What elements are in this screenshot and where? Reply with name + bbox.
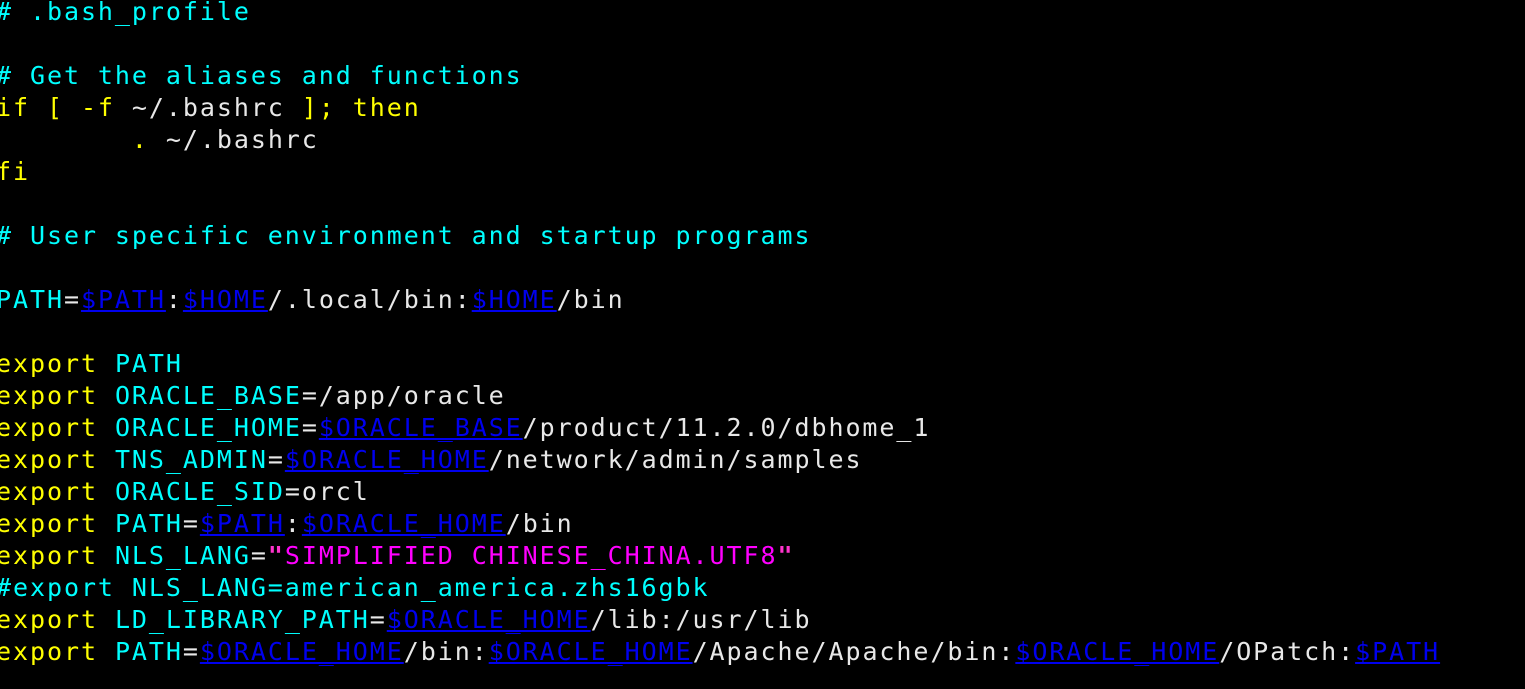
token-plain: = — [267, 445, 285, 474]
terminal-line: export PATH=$PATH:$ORACLE_HOME/bin — [0, 508, 1525, 540]
token-keyword: export — [0, 509, 98, 538]
token-plain: /network/admin/samples — [488, 445, 863, 474]
terminal-line: PATH=$PATH:$HOME/.local/bin:$HOME/bin — [0, 284, 1525, 316]
token-variable: $ORACLE_HOME — [1015, 637, 1220, 666]
token-plain: : — [284, 509, 302, 538]
token-identifier: PATH — [114, 637, 183, 666]
token-quote: " — [267, 541, 285, 570]
token-keyword: export — [0, 445, 98, 474]
token-variable: $PATH — [1355, 637, 1441, 666]
token-comment: # .bash_profile — [0, 0, 251, 26]
terminal-line: export PATH=$ORACLE_HOME/bin:$ORACLE_HOM… — [0, 636, 1525, 668]
token-plain: /bin — [556, 285, 625, 314]
token-variable: $PATH — [80, 285, 166, 314]
token-identifier: LD_LIBRARY_PATH — [114, 605, 370, 634]
token-keyword: fi — [0, 157, 30, 186]
token-variable: $PATH — [199, 509, 285, 538]
token-identifier: ORACLE_BASE — [114, 381, 302, 410]
token-keyword: export — [0, 381, 98, 410]
token-identifier: ORACLE_HOME — [114, 413, 302, 442]
token-variable: $ORACLE_HOME — [488, 637, 693, 666]
token-comment: # User specific environment and startup … — [0, 221, 812, 250]
token-plain: /.local/bin: — [267, 285, 472, 314]
terminal-line: # User specific environment and startup … — [0, 220, 1525, 252]
token-keyword: export — [0, 541, 98, 570]
token-plain: =orcl — [284, 477, 370, 506]
token-keyword: . — [0, 125, 149, 154]
token-plain: = — [301, 413, 319, 442]
token-quote: " — [777, 541, 795, 570]
token-variable: $ORACLE_BASE — [318, 413, 523, 442]
token-plain: /lib:/usr/lib — [590, 605, 812, 634]
token-plain: = — [182, 637, 200, 666]
token-plain: ~/.bashrc — [131, 93, 285, 122]
token-plain: /OPatch: — [1219, 637, 1356, 666]
token-variable: $ORACLE_HOME — [284, 445, 489, 474]
token-plain: /bin: — [403, 637, 489, 666]
token-plain: ~/.bashrc — [148, 125, 319, 154]
token-identifier: PATH — [0, 285, 64, 314]
token-variable: $HOME — [471, 285, 557, 314]
terminal-line: export PATH — [0, 348, 1525, 380]
terminal-line: export ORACLE_BASE=/app/oracle — [0, 380, 1525, 412]
token-keyword: ]; then — [284, 93, 421, 122]
token-comment: # Get the aliases and functions — [0, 61, 523, 90]
token-variable: $ORACLE_HOME — [301, 509, 506, 538]
token-plain: =/app/oracle — [301, 381, 506, 410]
terminal-line: #export NLS_LANG=american_america.zhs16g… — [0, 572, 1525, 604]
token-keyword: export — [0, 605, 98, 634]
token-identifier: PATH — [114, 509, 183, 538]
token-identifier: ORACLE_SID — [114, 477, 285, 506]
terminal-line: # Get the aliases and functions — [0, 60, 1525, 92]
terminal-line: export ORACLE_HOME=$ORACLE_BASE/product/… — [0, 412, 1525, 444]
token-plain: = — [63, 285, 81, 314]
token-string: SIMPLIFIED CHINESE_CHINA.UTF8 — [284, 541, 778, 570]
token-keyword: if [ -f — [0, 93, 132, 122]
token-keyword: export — [0, 637, 98, 666]
terminal-line: export LD_LIBRARY_PATH=$ORACLE_HOME/lib:… — [0, 604, 1525, 636]
terminal-screen[interactable]: # .bash_profile # Get the aliases and fu… — [0, 0, 1525, 668]
token-plain: /Apache/Apache/bin: — [692, 637, 1016, 666]
terminal-window[interactable]: # .bash_profile # Get the aliases and fu… — [0, 0, 1525, 689]
token-plain: = — [250, 541, 268, 570]
terminal-line: export TNS_ADMIN=$ORACLE_HOME/network/ad… — [0, 444, 1525, 476]
token-plain: : — [165, 285, 183, 314]
terminal-line: if [ -f ~/.bashrc ]; then — [0, 92, 1525, 124]
token-keyword: export — [0, 413, 98, 442]
token-variable: $HOME — [182, 285, 268, 314]
token-variable: $ORACLE_HOME — [386, 605, 591, 634]
token-identifier: NLS_LANG — [114, 541, 251, 570]
token-comment: #export NLS_LANG=american_america.zhs16g… — [0, 573, 710, 602]
terminal-line: export ORACLE_SID=orcl — [0, 476, 1525, 508]
terminal-line: . ~/.bashrc — [0, 124, 1525, 156]
token-keyword: export — [0, 477, 98, 506]
token-identifier: PATH — [114, 349, 183, 378]
terminal-line: fi — [0, 156, 1525, 188]
token-plain: = — [182, 509, 200, 538]
terminal-line: # .bash_profile — [0, 0, 1525, 28]
terminal-line: export NLS_LANG="SIMPLIFIED CHINESE_CHIN… — [0, 540, 1525, 572]
token-identifier: TNS_ADMIN — [114, 445, 268, 474]
token-plain: /product/11.2.0/dbhome_1 — [522, 413, 931, 442]
token-variable: $ORACLE_HOME — [199, 637, 404, 666]
token-keyword: export — [0, 349, 98, 378]
token-plain: = — [369, 605, 387, 634]
token-plain: /bin — [505, 509, 574, 538]
